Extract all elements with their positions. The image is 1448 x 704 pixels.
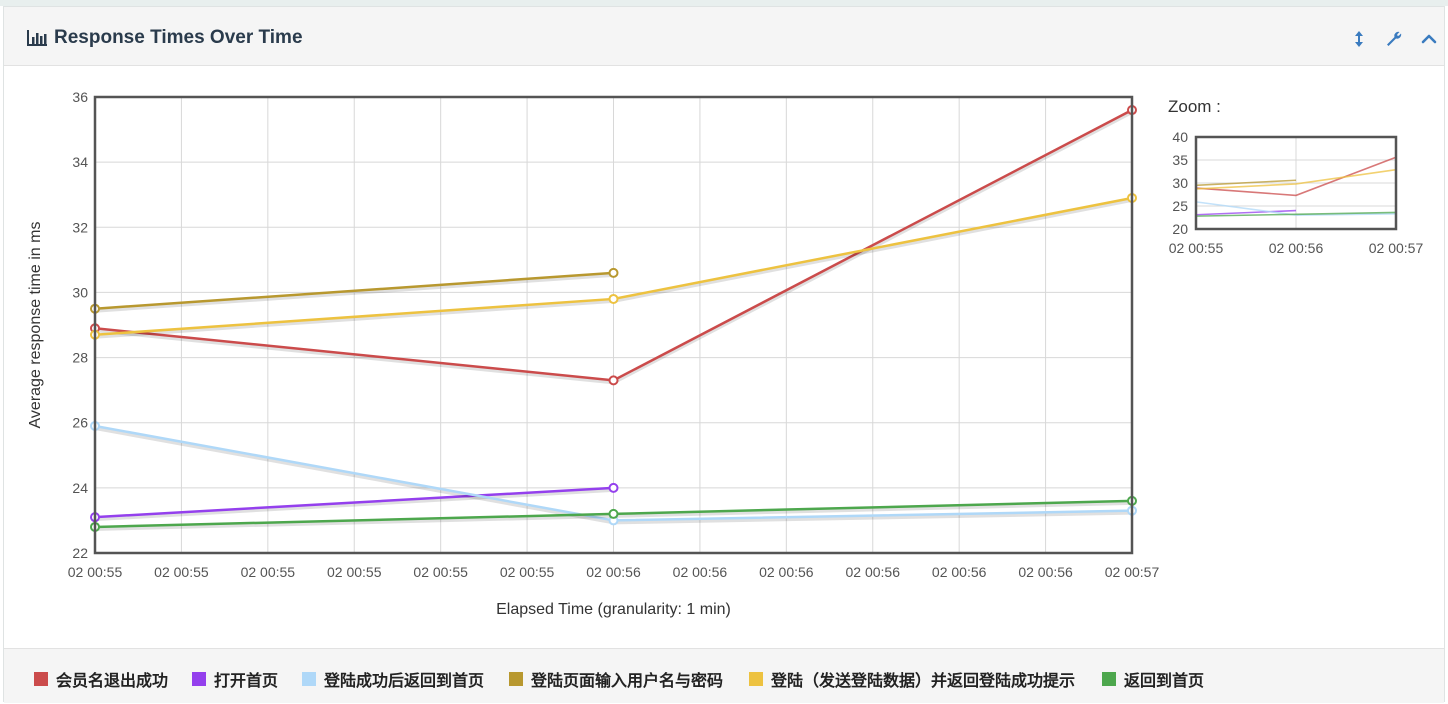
data-point: [608, 293, 619, 304]
x-tick-label: 02 00:56: [759, 564, 814, 580]
y-tick-label: 28: [72, 350, 88, 366]
y-axis-title: Average response time in ms: [27, 222, 44, 429]
y-tick-label: 32: [72, 219, 88, 235]
x-tick-label: 02 00:56: [846, 564, 901, 580]
x-tick-label: 02 00:55: [327, 564, 382, 580]
zoom-y-tick-label: 20: [1172, 221, 1188, 237]
zoom-x-tick-label: 02 00:56: [1269, 240, 1324, 256]
x-tick-label: 02 00:56: [932, 564, 987, 580]
x-tick-label: 02 00:56: [1018, 564, 1073, 580]
zoom-x-tick-label: 02 00:57: [1369, 240, 1424, 256]
data-point: [608, 375, 619, 386]
x-tick-label: 02 00:56: [586, 564, 641, 580]
x-tick-label: 02 00:56: [673, 564, 728, 580]
x-tick-label: 02 00:57: [1105, 564, 1160, 580]
data-point: [608, 482, 619, 493]
y-tick-label: 36: [72, 89, 88, 105]
data-point: [608, 267, 619, 278]
zoom-y-tick-label: 25: [1172, 198, 1188, 214]
zoom-y-tick-label: 40: [1172, 129, 1188, 145]
y-tick-label: 24: [72, 480, 88, 496]
main-chart: 22 24 26 28 30 32 34 36 02 00:55 02 00:55 02 00:55…: [27, 89, 1424, 618]
x-axis-title: Elapsed Time (granularity: 1 min): [496, 601, 731, 618]
x-tick-label: 02 00:55: [154, 564, 209, 580]
y-tick-label: 26: [72, 415, 88, 431]
x-tick-label: 02 00:55: [241, 564, 296, 580]
y-tick-label: 30: [72, 284, 88, 300]
x-tick-label: 02 00:55: [500, 564, 555, 580]
y-tick-label: 34: [72, 154, 88, 170]
zoom-y-tick-label: 35: [1172, 152, 1188, 168]
x-tick-label: 02 00:55: [413, 564, 468, 580]
y-tick-label: 22: [72, 545, 88, 561]
zoom-x-tick-label: 02 00:55: [1169, 240, 1224, 256]
x-tick-label: 02 00:55: [68, 564, 123, 580]
data-point: [608, 508, 619, 519]
zoom-y-tick-label: 30: [1172, 175, 1188, 191]
